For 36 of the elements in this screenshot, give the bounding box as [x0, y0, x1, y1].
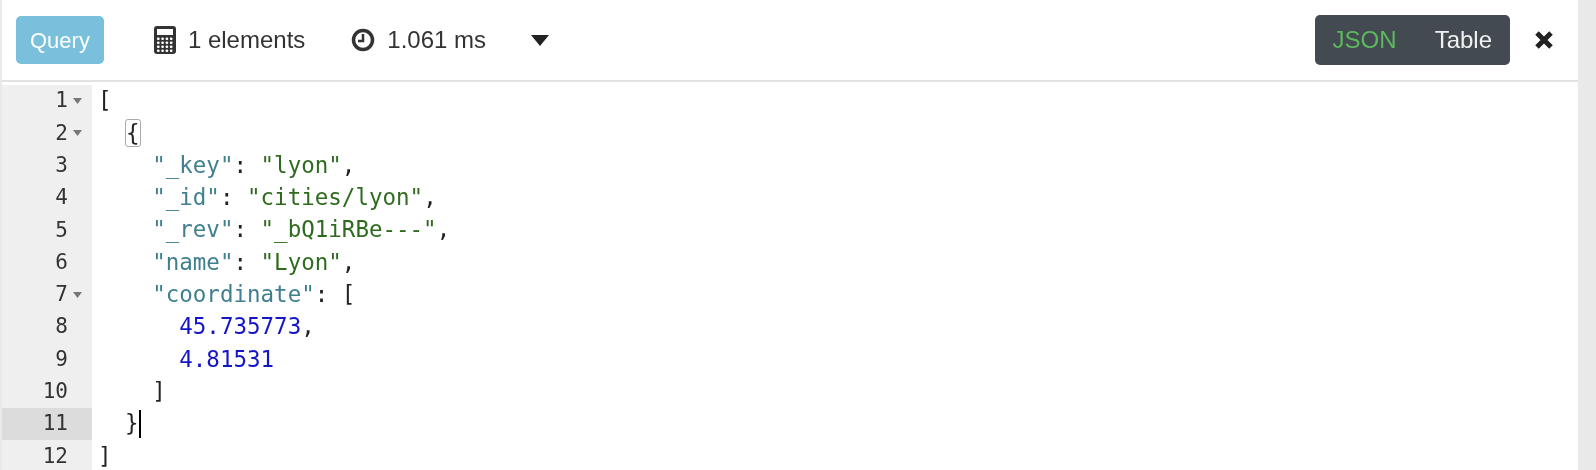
code-line: 4.81531 [178, 344, 275, 374]
query-button[interactable]: Query [16, 16, 104, 64]
line-number: 3 [55, 152, 68, 179]
line-number: 12 [42, 442, 68, 470]
caret-icon[interactable] [531, 34, 550, 46]
close-icon[interactable] [1534, 30, 1554, 50]
code-line: "_key": "lyon", [151, 150, 356, 181]
code-line: "_id": "cities/lyon", [151, 183, 437, 213]
line-number: 7 [55, 281, 68, 309]
line-number: 9 [55, 345, 68, 373]
code-line: "coordinate": [ [151, 280, 356, 310]
clock-icon [351, 28, 376, 52]
view-tab[interactable]: JSON [1332, 22, 1397, 58]
line-number: 6 [55, 248, 68, 276]
line-number: 10 [42, 378, 68, 406]
code-line: } [124, 409, 139, 439]
line-number: 11 [42, 410, 68, 438]
code-line: ] [151, 376, 166, 406]
view-tab[interactable]: Table [1434, 22, 1492, 58]
fold-icon[interactable] [72, 130, 82, 137]
code-line: [ [98, 86, 112, 116]
line-number: 8 [55, 313, 68, 341]
line-number: 4 [55, 184, 68, 212]
line-number: 2 [55, 119, 68, 147]
code-line: "name": "Lyon", [151, 247, 356, 277]
execution-time: 1.061 ms [387, 25, 487, 55]
line-number: 5 [55, 216, 68, 244]
code-line: "_rev": "_bQ1iRBe---", [151, 215, 451, 245]
code-line: ] [98, 441, 112, 470]
line-number: 1 [55, 87, 68, 115]
fold-icon[interactable] [72, 291, 82, 298]
result-count: 1 elements [187, 25, 306, 55]
text-cursor [138, 410, 141, 439]
code-line: 45.735773, [178, 312, 315, 342]
fold-icon[interactable] [72, 98, 82, 105]
calculator-icon [153, 26, 176, 54]
